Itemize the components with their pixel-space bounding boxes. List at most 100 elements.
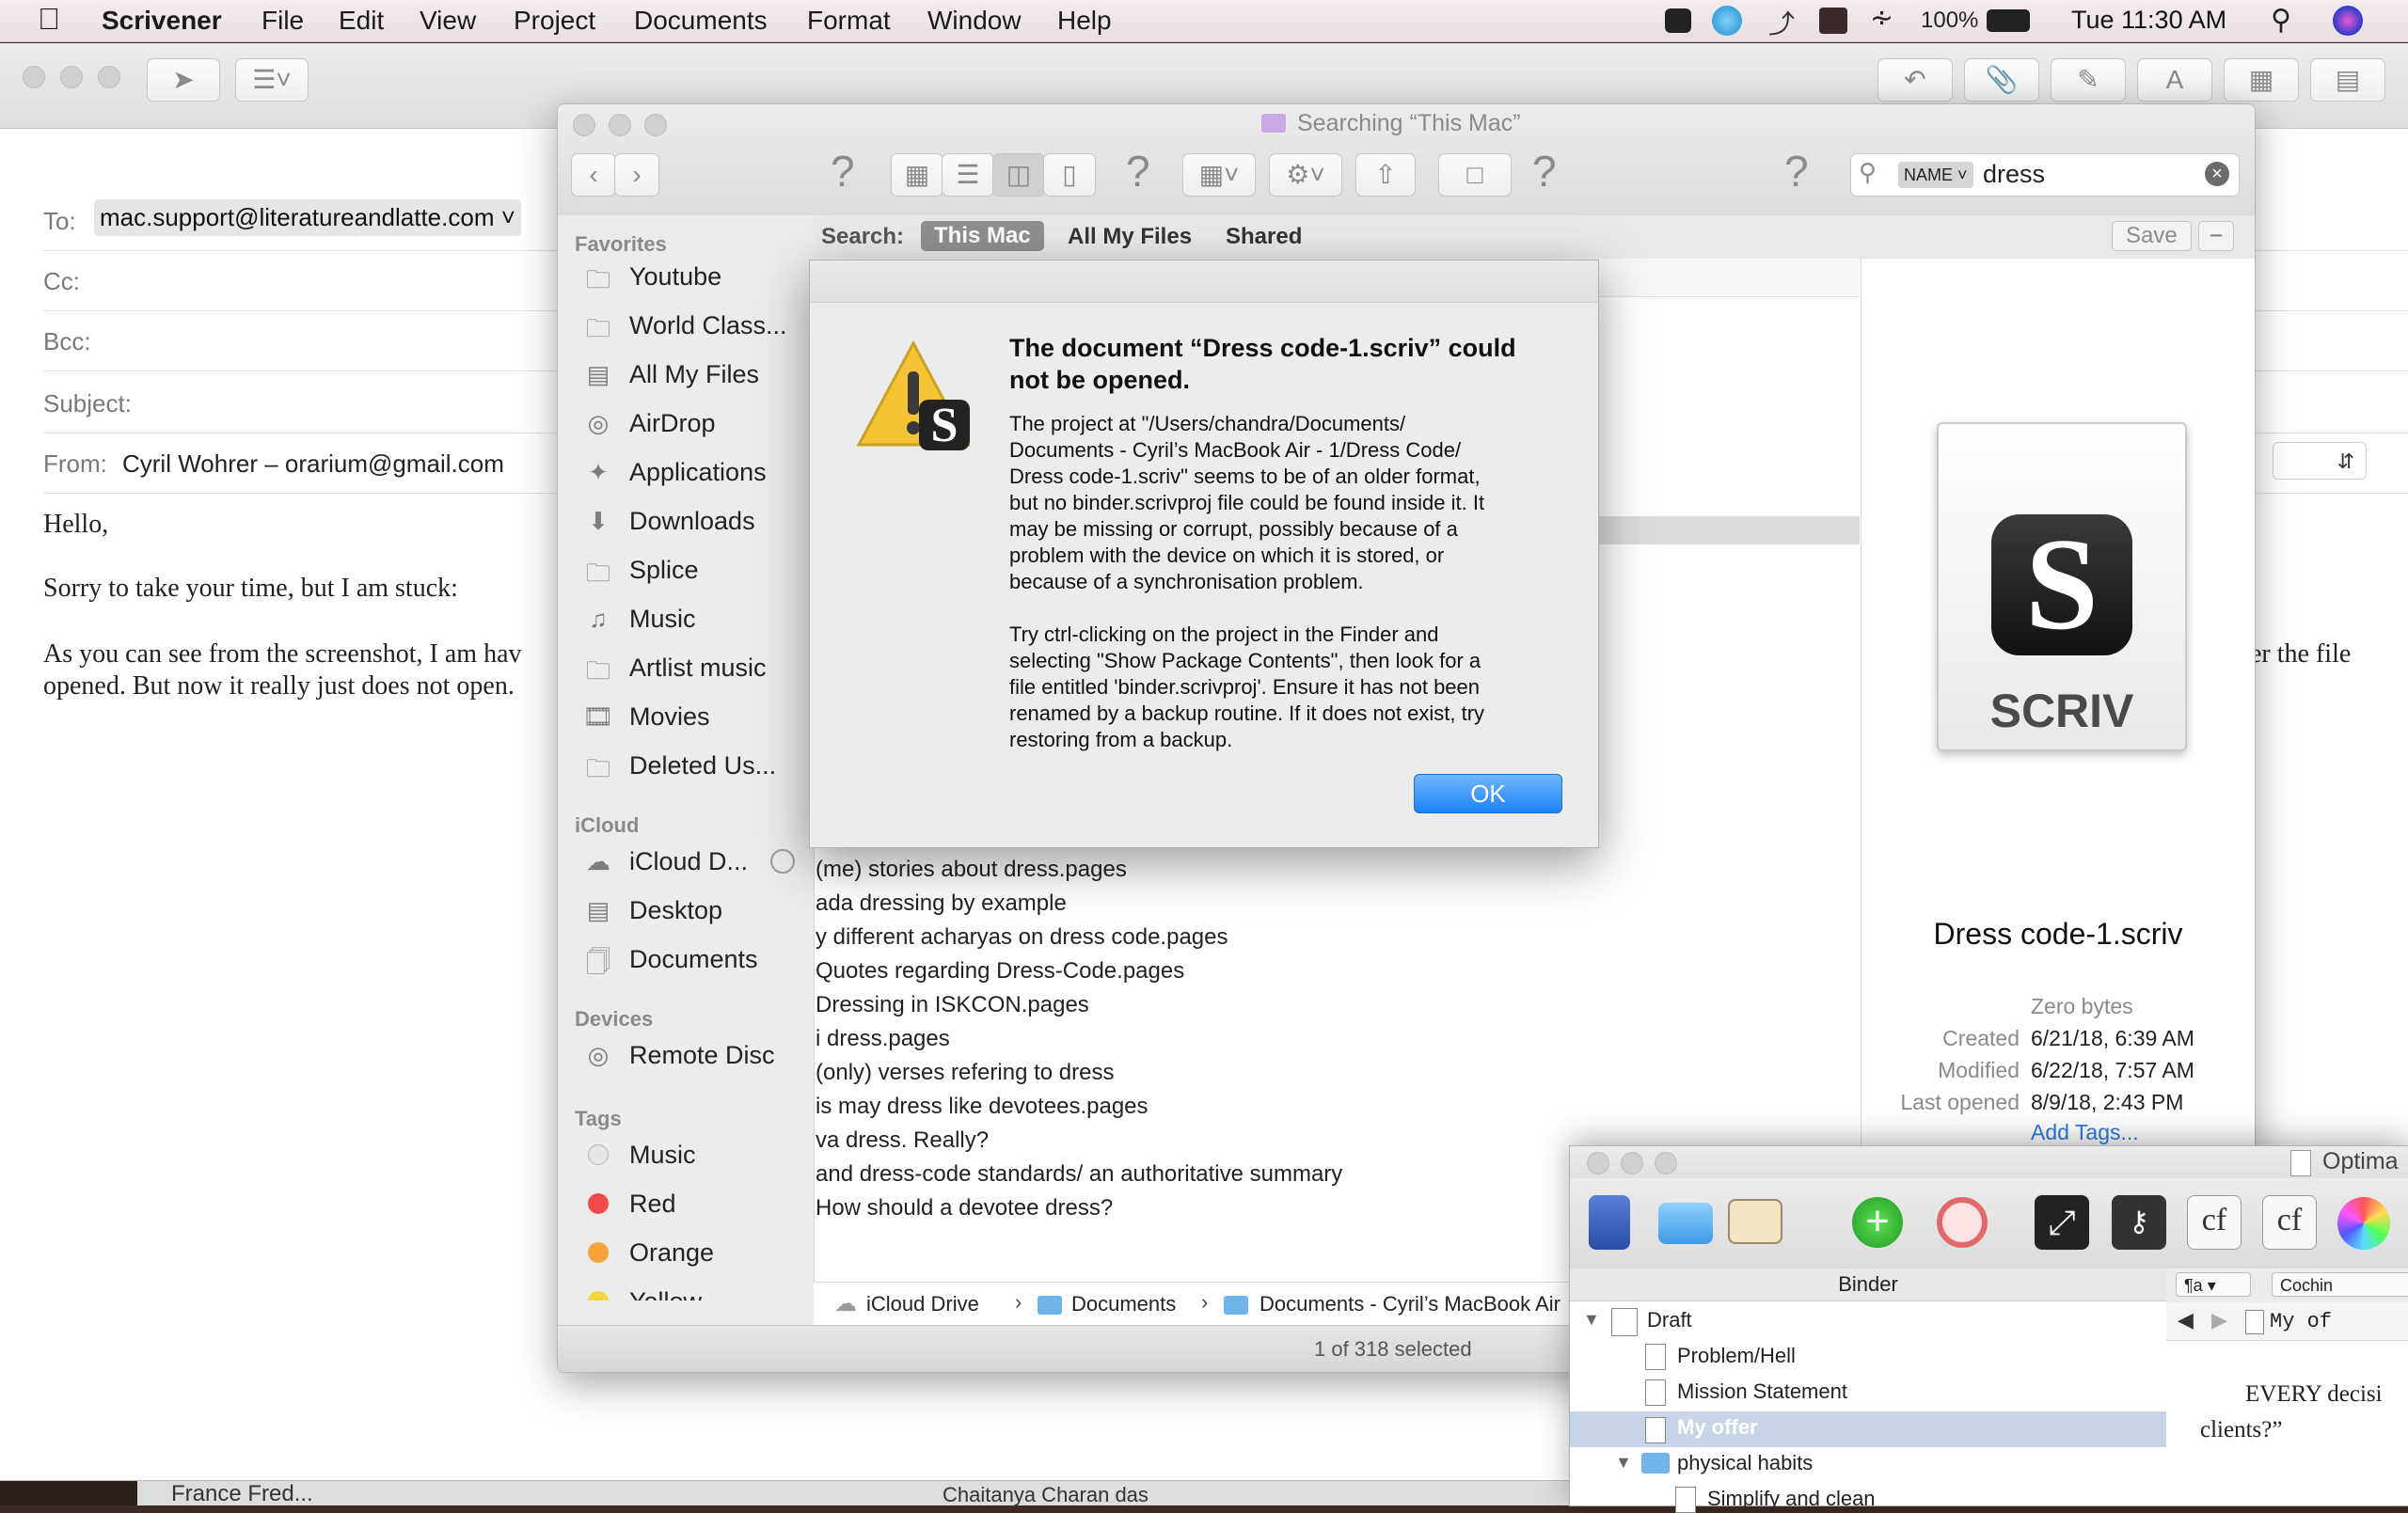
menu-window[interactable]: Window xyxy=(927,6,1022,36)
view-gallery-button[interactable]: ▯ xyxy=(1043,153,1096,197)
add-tags-link[interactable]: Add Tags... xyxy=(2031,1120,2139,1145)
sidebar-item-documents[interactable]: 🗍 Documents xyxy=(582,939,808,981)
sidebar-tag-music[interactable]: Music xyxy=(582,1135,808,1176)
siri-icon[interactable] xyxy=(2333,6,2363,36)
from-value[interactable]: Cyril Wohrer – orarium@gmail.com xyxy=(122,449,504,479)
format-text-icon[interactable]: cf xyxy=(2187,1195,2242,1250)
menu-documents[interactable]: Documents xyxy=(634,6,768,36)
help-icon[interactable]: ? xyxy=(831,146,855,197)
group-button[interactable]: ▦˅ xyxy=(1182,153,1256,197)
search-field[interactable]: ⚲ NAME ˅ dress × xyxy=(1850,153,2240,197)
sidebar-item-world-class[interactable]: 🗀 World Class... xyxy=(582,306,808,347)
add-document-icon[interactable]: + xyxy=(1852,1197,1903,1248)
disclosure-triangle-icon[interactable]: ▼ xyxy=(1583,1310,1600,1330)
stationery-button[interactable]: ▤ xyxy=(2310,58,2385,102)
from-stepper[interactable]: ⇵ xyxy=(2273,442,2367,480)
menu-project[interactable]: Project xyxy=(514,6,595,36)
result-row[interactable]: (only) verses refering to dress xyxy=(816,1060,1114,1086)
sidebar-item-music[interactable]: ♫ Music xyxy=(582,599,808,640)
folder-icon[interactable] xyxy=(1658,1203,1713,1244)
finder-close-button[interactable] xyxy=(573,114,595,136)
format-inspector-icon[interactable]: cf xyxy=(2262,1195,2317,1250)
sidebar-item-downloads[interactable]: ⬇ Downloads xyxy=(582,501,808,543)
menu-view[interactable]: View xyxy=(420,6,476,36)
editor-text-line-2[interactable]: clients?” xyxy=(2200,1417,2282,1443)
finder-zoom-button[interactable] xyxy=(644,114,667,136)
header-fields-button[interactable]: ☰˅ xyxy=(235,58,309,102)
result-row[interactable]: y different acharyas on dress code.pages xyxy=(816,924,1228,951)
result-row[interactable]: and dress-code standards/ an authoritati… xyxy=(816,1161,1342,1188)
briefcase-icon[interactable] xyxy=(1819,8,1847,34)
sidebar-tag-orange[interactable]: Orange xyxy=(582,1233,808,1274)
forward-button[interactable]: › xyxy=(614,153,659,197)
format-button[interactable]: A xyxy=(2137,58,2212,102)
app-menu[interactable]: Scrivener xyxy=(102,6,222,36)
reply-icon-button[interactable]: ↶ xyxy=(1877,58,1953,102)
result-row[interactable]: (me) stories about dress.pages xyxy=(816,857,1127,883)
result-row[interactable]: i dress.pages xyxy=(816,1026,950,1052)
view-icons-button[interactable]: ▦ xyxy=(891,153,943,197)
result-row[interactable]: How should a devotee dress? xyxy=(816,1195,1113,1221)
nav-back-icon[interactable]: ◀ xyxy=(2178,1308,2194,1332)
disclosure-triangle-icon[interactable]: ▼ xyxy=(1615,1453,1632,1473)
to-recipient-token[interactable]: mac.support@literatureandlatte.com ˅ xyxy=(94,199,521,236)
scope-shared[interactable]: Shared xyxy=(1226,224,1302,250)
search-input[interactable]: dress xyxy=(1983,160,2045,189)
sidebar-tag-red[interactable]: Red xyxy=(582,1184,808,1225)
menu-help[interactable]: Help xyxy=(1057,6,1112,36)
sidebar-item-airdrop[interactable]: ◎ AirDrop xyxy=(582,403,808,445)
result-row[interactable]: Quotes regarding Dress-Code.pages xyxy=(816,958,1184,985)
path-item-documents[interactable]: Documents xyxy=(1071,1292,1176,1316)
sidebar-item-youtube[interactable]: 🗀 Youtube xyxy=(582,257,808,298)
body-line-3[interactable]: opened. But now it really just does not … xyxy=(43,671,515,701)
back-button[interactable]: ‹ xyxy=(571,153,616,197)
send-button[interactable]: ➤ xyxy=(147,58,220,102)
share-button[interactable]: ⇧ xyxy=(1355,153,1416,197)
composition-mode-icon[interactable]: ⤢ xyxy=(2035,1195,2089,1250)
wifi-icon[interactable]: ∻ xyxy=(1870,2,1893,35)
photo-browser-button[interactable]: ▦ xyxy=(2224,58,2299,102)
sidebar-item-movies[interactable]: 🎞 Movies xyxy=(582,697,808,738)
save-search-button[interactable]: Save xyxy=(2112,221,2192,251)
path-item-project-folder[interactable]: Documents - Cyril’s MacBook Air xyxy=(1259,1292,1560,1316)
colors-icon[interactable] xyxy=(2337,1197,2390,1250)
scope-all-my-files[interactable]: All My Files xyxy=(1068,224,1192,250)
sidebar-item-remote-disc[interactable]: ◎ Remote Disc xyxy=(582,1035,808,1077)
sidebar-item-artlist-music[interactable]: 🗀 Artlist music xyxy=(582,648,808,689)
binder-item-my-offer[interactable]: My offer xyxy=(1677,1415,1758,1440)
tags-button[interactable]: □ xyxy=(1438,153,1512,197)
binder-item-mission-statement[interactable]: Mission Statement xyxy=(1677,1379,1847,1404)
apple-menu-icon[interactable]:  xyxy=(38,2,60,37)
corkboard-icon[interactable] xyxy=(1728,1199,1782,1244)
attachment-label[interactable]: France Fred... xyxy=(171,1481,313,1507)
close-window-button[interactable] xyxy=(23,66,45,88)
clear-search-icon[interactable]: × xyxy=(2205,162,2229,186)
scope-this-mac[interactable]: This Mac xyxy=(921,221,1044,251)
result-row[interactable]: is may dress like devotees.pages xyxy=(816,1094,1149,1120)
keywords-icon[interactable]: ⚷ xyxy=(2112,1195,2166,1250)
menu-format[interactable]: Format xyxy=(807,6,891,36)
result-row[interactable]: Dressing in ISKCON.pages xyxy=(816,992,1089,1018)
menu-file[interactable]: File xyxy=(261,6,304,36)
binder-item-simplify-clean[interactable]: Simplify and clean xyxy=(1707,1487,1876,1511)
binder-item-physical-habits[interactable]: physical habits xyxy=(1677,1451,1813,1475)
finder-minimize-button[interactable] xyxy=(609,114,631,136)
menu-edit[interactable]: Edit xyxy=(339,6,384,36)
body-greeting[interactable]: Hello, xyxy=(43,510,108,540)
body-line-2[interactable]: As you can see from the screenshot, I am… xyxy=(43,639,522,670)
result-row[interactable]: va dress. Really? xyxy=(816,1127,989,1154)
sidebar-item-applications[interactable]: ✦ Applications xyxy=(582,452,808,494)
satellite-icon[interactable]: ⤴ xyxy=(1768,4,1795,41)
action-button[interactable]: ⚙˅ xyxy=(1269,153,1342,197)
paragraph-style-select[interactable]: ¶a ▾ xyxy=(2176,1272,2251,1297)
binder-item-problem-hell[interactable]: Problem/Hell xyxy=(1677,1344,1796,1368)
view-list-button[interactable]: ☰ xyxy=(942,153,994,197)
zoom-window-button[interactable] xyxy=(98,66,120,88)
editor-text-line-1[interactable]: EVERY decisi xyxy=(2245,1381,2383,1408)
sidebar-item-desktop[interactable]: ▤ Desktop xyxy=(582,890,808,932)
help-icon-2[interactable]: ? xyxy=(1126,146,1150,197)
scriv-close-button[interactable] xyxy=(1587,1152,1609,1174)
search-token[interactable]: NAME ˅ xyxy=(1898,162,1973,188)
minimize-window-button[interactable] xyxy=(60,66,83,88)
binder-notebook-icon[interactable] xyxy=(1589,1195,1630,1250)
